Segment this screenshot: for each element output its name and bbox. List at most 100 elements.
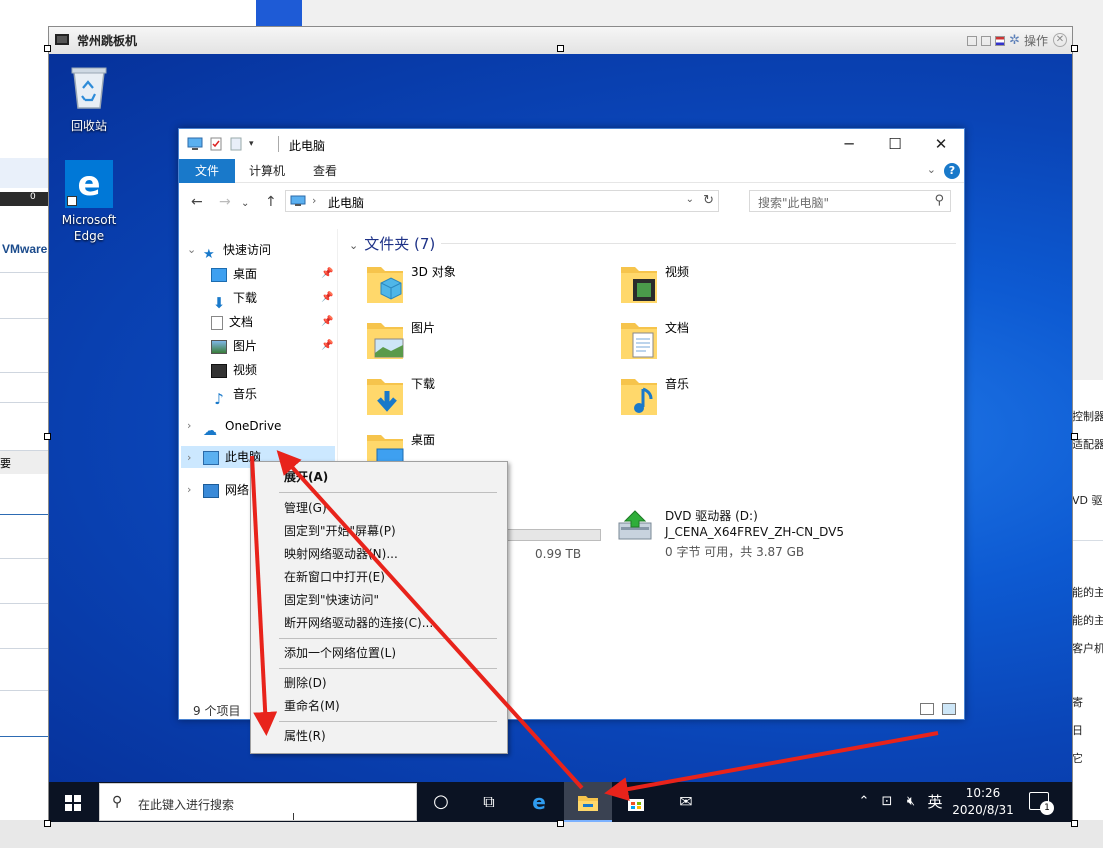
explorer-title-bar[interactable]: ▾ 此电脑 ─ ☐ ✕ (179, 129, 964, 159)
help-icon[interactable]: ? (944, 163, 960, 179)
menu-separator (279, 638, 497, 639)
menu-item-properties[interactable]: 属性(R) (251, 725, 507, 747)
resize-handle[interactable] (44, 433, 51, 440)
menu-item-add-network-location[interactable]: 添加一个网络位置(L) (251, 642, 507, 664)
menu-item-pin-to-quick-access[interactable]: 固定到"快速访问" (251, 589, 507, 611)
nav-item-onedrive[interactable]: ☁ OneDrive (203, 415, 281, 439)
recycle-bin-shortcut[interactable]: 回收站 (49, 64, 129, 134)
pin-icon[interactable]: 📌 (321, 263, 333, 285)
address-history-chevron-icon[interactable]: ⌄ (686, 194, 694, 205)
videos-folder-icon (621, 267, 657, 303)
menu-item-rename[interactable]: 重命名(M) (251, 695, 507, 717)
expand-ribbon-chevron-icon[interactable]: ⌄ (927, 163, 936, 176)
pin-icon[interactable]: 📌 (321, 311, 333, 333)
cortana-icon[interactable]: ○ (417, 782, 465, 822)
ime-indicator[interactable]: 英 (923, 782, 947, 822)
taskbar-search-box[interactable]: ⚲ 在此键入进行搜索 I (99, 783, 417, 823)
edge-shortcut[interactable]: e Microsoft Edge (49, 160, 129, 244)
nav-item-documents[interactable]: 文档 📌 (211, 311, 333, 333)
nav-item-downloads[interactable]: ⬇ 下载 📌 (211, 287, 334, 312)
back-arrow-icon[interactable]: ← (191, 194, 203, 210)
address-input[interactable]: › 此电脑 ⌄ ↻ (285, 190, 719, 212)
store-icon[interactable] (612, 782, 660, 822)
host-row (0, 648, 50, 649)
start-button[interactable] (49, 782, 97, 822)
nav-item-network[interactable]: 网络 (203, 479, 249, 501)
host-dark-button[interactable]: 0 (30, 192, 36, 202)
task-view-icon[interactable]: ⧉ (465, 782, 513, 822)
volume-muted-icon[interactable]: 🔇︎ (899, 782, 923, 822)
vm-action-menu[interactable]: 操作 (1024, 32, 1048, 49)
nav-item-videos[interactable]: 视频 (211, 359, 257, 381)
menu-item-expand[interactable]: 展开(A) (251, 466, 507, 488)
folder-item[interactable]: 文档 (595, 315, 815, 363)
tab-computer[interactable]: 计算机 (235, 159, 299, 183)
menu-item-map-network-drive[interactable]: 映射网络驱动器(N)... (251, 543, 507, 565)
fullscreen-icon[interactable] (981, 35, 992, 46)
host-right-label: 日 (1072, 724, 1083, 737)
resize-handle[interactable] (557, 45, 564, 52)
collapse-chevron-icon[interactable]: ⌄ (187, 243, 196, 256)
resize-handle[interactable] (1071, 820, 1078, 827)
refresh-icon[interactable]: ↻ (703, 193, 714, 208)
show-hidden-icons-chevron-icon[interactable]: ⌃ (853, 782, 875, 822)
resize-handle[interactable] (44, 45, 51, 52)
large-icons-view-icon[interactable] (942, 703, 956, 715)
expand-chevron-icon[interactable]: › (187, 483, 191, 496)
folders-group-header[interactable]: ⌄ 文件夹 (7) (349, 233, 435, 254)
new-folder-icon[interactable] (229, 137, 243, 151)
nav-label: 网络 (225, 483, 250, 497)
minimize-button[interactable]: ─ (826, 129, 872, 159)
dvd-drive-icon (618, 510, 652, 540)
gear-icon[interactable]: ✲ (1009, 33, 1020, 48)
folder-item[interactable]: 下载 (341, 371, 561, 419)
host-bottom-bar (0, 820, 1103, 848)
network-tray-icon[interactable]: ⊡ (875, 782, 899, 822)
file-explorer-taskbar-icon[interactable] (564, 782, 612, 822)
resize-handle[interactable] (44, 820, 51, 827)
forward-arrow-icon[interactable]: → (219, 194, 231, 210)
maximize-button[interactable]: ☐ (872, 129, 918, 159)
menu-item-delete[interactable]: 删除(D) (251, 672, 507, 694)
vm-close-button[interactable]: ✕ (1053, 33, 1067, 47)
mail-icon[interactable]: ✉ (662, 782, 710, 822)
restore-icon[interactable] (967, 35, 978, 46)
properties-icon[interactable] (209, 137, 223, 151)
folder-item[interactable]: 3D 对象 (341, 259, 561, 307)
computer-icon (187, 137, 203, 150)
drive-d-title: DVD 驱动器 (D:) (665, 509, 758, 523)
host-row (0, 372, 50, 373)
nav-item-pictures[interactable]: 图片 📌 (211, 335, 333, 357)
host-divider (1072, 540, 1103, 541)
resize-handle[interactable] (557, 820, 564, 827)
menu-item-pin-to-start[interactable]: 固定到"开始"屏幕(P) (251, 520, 507, 542)
close-button[interactable]: ✕ (918, 129, 964, 159)
nav-item-music[interactable]: ♪ 音乐 (211, 383, 257, 408)
host-row (0, 402, 50, 403)
up-arrow-icon[interactable]: ↑ (265, 194, 277, 210)
nav-item-desktop[interactable]: 桌面 📌 (211, 263, 333, 285)
details-view-icon[interactable] (920, 703, 934, 715)
pin-icon[interactable]: 📌 (321, 335, 333, 357)
folder-item[interactable]: 图片 (341, 315, 561, 363)
folder-item[interactable]: 视频 (595, 259, 815, 307)
tab-file[interactable]: 文件 (179, 159, 235, 183)
expand-chevron-icon[interactable]: › (187, 419, 191, 432)
nav-item-quick-access[interactable]: ★ 快速访问 (203, 239, 271, 262)
edge-taskbar-icon[interactable]: e (515, 782, 563, 822)
flag-icon[interactable] (995, 35, 1006, 46)
folder-item[interactable]: 音乐 (595, 371, 815, 419)
pin-icon[interactable]: 📌 (321, 287, 333, 309)
recent-locations-chevron-icon[interactable]: ⌄ (241, 198, 249, 209)
resize-handle[interactable] (1071, 45, 1078, 52)
taskbar-clock[interactable]: 10:26 2020/8/31 (947, 785, 1019, 819)
customize-toolbar-chevron-icon[interactable]: ▾ (249, 139, 254, 149)
menu-item-manage[interactable]: 管理(G) (251, 497, 507, 519)
action-center-icon[interactable]: 1 (1029, 792, 1054, 815)
tab-view[interactable]: 查看 (299, 159, 351, 183)
menu-item-open-new-window[interactable]: 在新窗口中打开(E) (251, 566, 507, 588)
search-input[interactable]: 搜索"此电脑" ⚲ (749, 190, 951, 212)
menu-item-disconnect-network-drive[interactable]: 断开网络驱动器的连接(C)... (251, 612, 507, 634)
resize-handle[interactable] (1071, 433, 1078, 440)
expand-chevron-icon[interactable]: › (187, 451, 191, 464)
